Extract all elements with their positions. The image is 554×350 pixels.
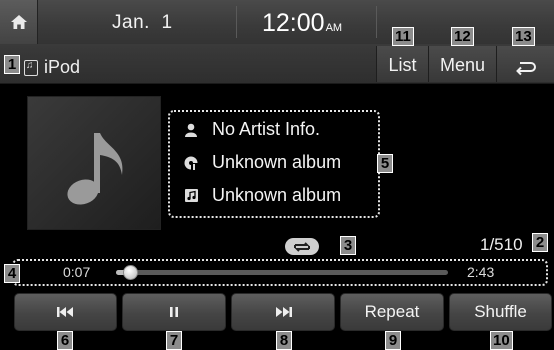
source-title: iPod xyxy=(24,57,80,78)
next-button[interactable] xyxy=(231,293,335,331)
date-display: Jan. 1 xyxy=(112,12,173,33)
album-art xyxy=(27,96,161,230)
clock-ampm: AM xyxy=(325,22,343,34)
song-label: Unknown album xyxy=(212,185,342,205)
callout-2: 2 xyxy=(532,233,548,252)
callout-7: 7 xyxy=(166,331,182,350)
music-note-icon xyxy=(67,133,123,205)
song-row: Unknown album xyxy=(184,185,341,206)
clock-time: 12:00 xyxy=(262,9,325,37)
callout-11: 11 xyxy=(392,27,414,46)
menu-button[interactable]: Menu xyxy=(428,46,496,82)
previous-button[interactable] xyxy=(14,293,117,331)
pause-icon xyxy=(170,307,178,317)
next-track-icon xyxy=(276,307,292,317)
home-button[interactable] xyxy=(0,0,38,44)
artist-label: No Artist Info. xyxy=(212,119,321,139)
callout-5: 5 xyxy=(377,154,393,173)
callout-12: 12 xyxy=(451,27,474,46)
divider xyxy=(376,6,377,38)
callout-4: 4 xyxy=(4,264,20,283)
total-time: 2:43 xyxy=(467,264,495,280)
elapsed-time: 0:07 xyxy=(63,264,91,280)
back-icon xyxy=(515,62,536,76)
callout-3: 3 xyxy=(340,236,356,255)
repeat-icon xyxy=(294,241,310,252)
previous-track-icon xyxy=(56,307,73,317)
home-icon xyxy=(10,15,27,29)
callout-8: 8 xyxy=(276,331,292,350)
album-label: Unknown album xyxy=(212,152,342,172)
callout-1: 1 xyxy=(4,55,20,74)
song-icon xyxy=(184,189,198,203)
artist-row: No Artist Info. xyxy=(184,119,320,140)
callout-10: 10 xyxy=(490,331,513,350)
album-row: Unknown album xyxy=(184,152,341,173)
pause-button[interactable] xyxy=(122,293,226,331)
callout-6: 6 xyxy=(57,331,73,350)
disc-icon xyxy=(184,156,198,170)
repeat-button[interactable]: Repeat xyxy=(340,293,444,331)
repeat-mode-badge xyxy=(285,238,319,255)
progress-bar[interactable] xyxy=(116,270,448,275)
list-button[interactable]: List xyxy=(376,46,428,82)
shuffle-button[interactable]: Shuffle xyxy=(449,293,552,331)
track-counter: 1/510 xyxy=(480,235,523,254)
back-button[interactable] xyxy=(496,46,554,82)
clock: 12:00AM xyxy=(262,9,342,38)
callout-9: 9 xyxy=(385,331,401,350)
divider xyxy=(236,6,237,38)
ipod-icon xyxy=(24,59,38,76)
person-icon xyxy=(184,123,198,137)
source-label: iPod xyxy=(44,57,81,77)
callout-13: 13 xyxy=(512,27,535,46)
